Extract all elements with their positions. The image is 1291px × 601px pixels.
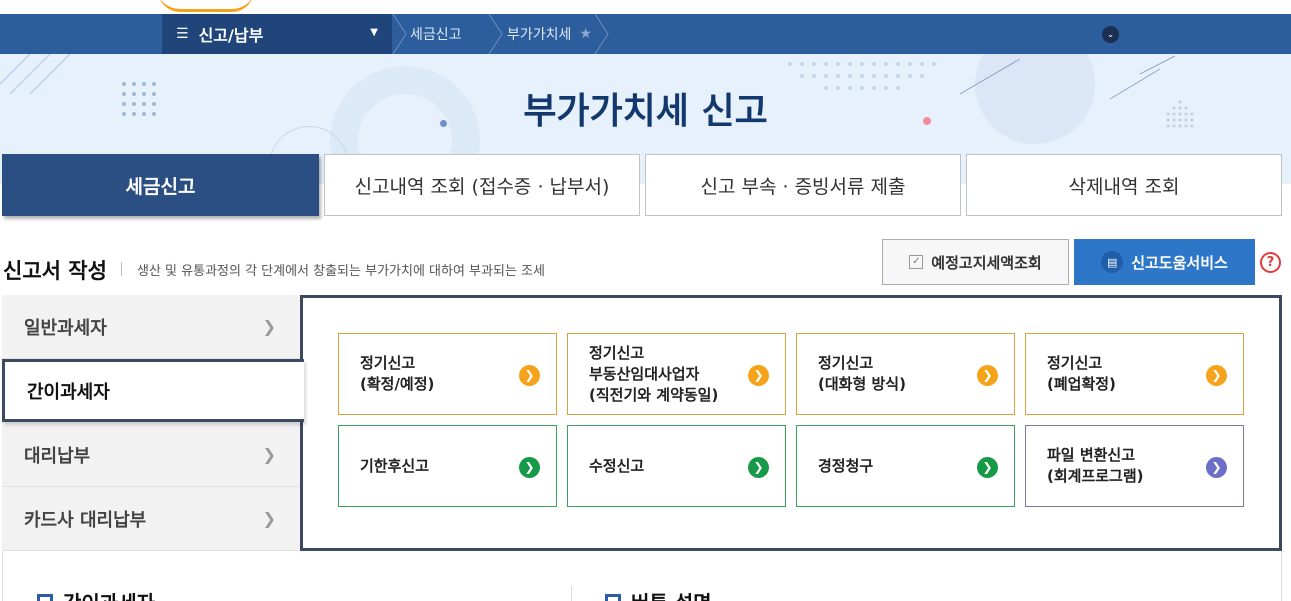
card-file-conversion-filing[interactable]: 파일 변환신고 (회계프로그램) ❯	[1025, 425, 1244, 507]
filing-options-panel: 정기신고 (확정/예정) ❯ 정기신고 부동산임대사업자 (직전기와 계약동일) ❯ …	[300, 295, 1282, 551]
section-title: 신고서 작성	[3, 259, 107, 283]
main-menu-dropdown[interactable]: ☰ 신고/납부 ▼	[162, 14, 392, 54]
chevron-right-icon: ❯	[262, 509, 276, 528]
breadcrumb-separator-icon	[392, 13, 408, 55]
info-heading-simplified: 간이과세자	[37, 587, 155, 601]
card-regular-filing-real-estate[interactable]: 정기신고 부동산임대사업자 (직전기와 계약동일) ❯	[567, 333, 786, 415]
side-item-card-proxy-payment[interactable]: 카드사 대리납부 ❯	[2, 487, 302, 551]
card-amended-filing[interactable]: 수정신고 ❯	[567, 425, 786, 507]
breadcrumb-item-tax-filing[interactable]: 세금신고	[410, 14, 462, 54]
main-menu-label: 신고/납부	[198, 26, 264, 45]
square-bullet-icon	[37, 593, 53, 601]
arrow-right-icon: ❯	[748, 457, 769, 478]
arrow-right-icon: ❯	[977, 457, 998, 478]
arrow-right-icon: ❯	[1206, 457, 1227, 478]
divider	[571, 586, 572, 601]
tab-deleted-history[interactable]: 삭제내역 조회	[966, 154, 1282, 216]
card-regular-filing-interactive[interactable]: 정기신고 (대화형 방식) ❯	[796, 333, 1015, 415]
arrow-right-icon: ❯	[519, 457, 540, 478]
breadcrumb-separator-icon	[488, 13, 504, 55]
caret-down-icon: ▼	[370, 27, 378, 38]
card-late-filing[interactable]: 기한후신고 ❯	[338, 425, 557, 507]
info-heading-button-guide: 버튼 설명	[605, 587, 712, 601]
square-bullet-icon	[605, 593, 621, 601]
breadcrumb-item-vat[interactable]: 부가가치세 ★	[507, 14, 592, 54]
tab-filing-history[interactable]: 신고내역 조회 (접수증 · 납부서)	[324, 154, 640, 216]
section-description: 생산 및 유통과정의 각 단계에서 창출되는 부가가치에 대하여 부과되는 조세	[137, 264, 545, 279]
tab-attachment-submit[interactable]: 신고 부속 · 증빙서류 제출	[645, 154, 961, 216]
card-correction-claim[interactable]: 경정청구 ❯	[796, 425, 1015, 507]
book-icon: ▤	[1101, 251, 1124, 273]
top-strip	[0, 0, 1291, 14]
breadcrumb-separator-icon	[594, 13, 610, 55]
navigation-bar: ☰ 신고/납부 ▼ 세금신고 부가가치세 ★ ⌄	[0, 13, 1291, 55]
arrow-right-icon: ❯	[519, 365, 540, 386]
card-regular-filing[interactable]: 정기신고 (확정/예정) ❯	[338, 333, 557, 415]
help-icon[interactable]: ?	[1260, 252, 1281, 273]
side-item-proxy-payment[interactable]: 대리납부 ❯	[2, 423, 302, 487]
arrow-right-icon: ❯	[977, 365, 998, 386]
hamburger-icon: ☰	[176, 26, 189, 42]
divider	[121, 262, 122, 276]
card-regular-filing-closure[interactable]: 정기신고 (폐업확정) ❯	[1025, 333, 1244, 415]
arrow-right-icon: ❯	[748, 365, 769, 386]
info-section: 간이과세자 버튼 설명	[2, 551, 1282, 601]
chevron-down-icon[interactable]: ⌄	[1102, 26, 1119, 43]
chevron-right-icon: ❯	[262, 317, 276, 336]
chevron-right-icon: ❯	[262, 445, 276, 464]
estimate-tax-lookup-button[interactable]: ✓ 예정고지세액조회	[882, 239, 1069, 285]
tab-tax-filing[interactable]: 세금신고	[2, 154, 319, 216]
arrow-right-icon: ❯	[1206, 365, 1227, 386]
checkbox-icon: ✓	[909, 255, 924, 269]
favorite-star-icon[interactable]: ★	[579, 26, 592, 42]
side-item-simplified-taxpayer[interactable]: 간이과세자	[2, 359, 304, 422]
side-item-general-taxpayer[interactable]: 일반과세자 ❯	[2, 295, 302, 359]
filing-help-service-button[interactable]: ▤ 신고도움서비스	[1074, 239, 1255, 285]
site-logo[interactable]	[158, 0, 254, 12]
page-title: 부가가치세 신고	[523, 91, 768, 132]
